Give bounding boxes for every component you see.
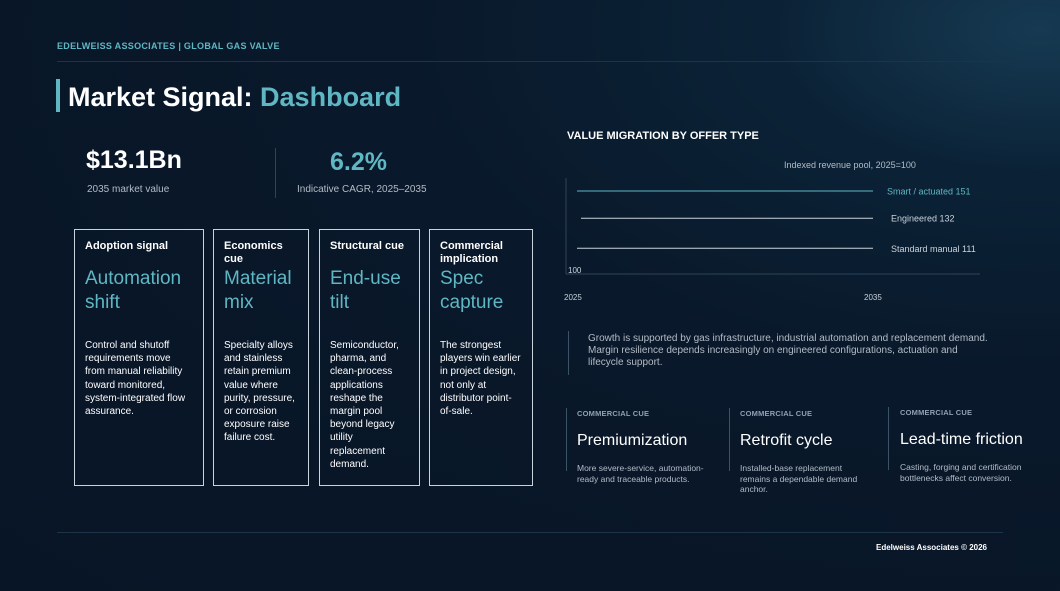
cue-tag: COMMERCIAL CUE	[740, 409, 813, 418]
cue-divider	[729, 408, 730, 471]
page-title-accent: Dashboard	[260, 82, 402, 112]
chart-subtitle: Indexed revenue pool, 2025=100	[784, 160, 916, 170]
series-label: Smart / actuated 151	[887, 187, 971, 197]
quote-accent-bar	[568, 331, 569, 375]
kpi-market-value-label: 2035 market value	[87, 184, 170, 195]
cue-divider	[566, 408, 567, 471]
x-tick-label: 2035	[864, 293, 882, 302]
card-headline: Automation shift	[85, 268, 182, 313]
card-commercial-implication: Commercial implication Spec capture The …	[429, 229, 533, 486]
card-heading: Commercial implication	[440, 240, 503, 265]
kpi-cagr: 6.2%	[330, 148, 387, 176]
cue-body: Installed-base replacement remains a dep…	[740, 463, 858, 494]
card-adoption-signal: Adoption signal Automation shift Control…	[74, 229, 204, 486]
value-migration-chart: Smart / actuated 151 Engineered 132 Standa…	[564, 178, 980, 302]
kpi-divider	[275, 148, 276, 198]
kpi-cagr-label: Indicative CAGR, 2025–2035	[297, 184, 427, 195]
card-heading: Structural cue	[330, 240, 404, 252]
series-label: Engineered 132	[891, 214, 955, 224]
page-title: Market Signal: Dashboard	[68, 82, 401, 113]
cue-body: More severe-service, automation-ready an…	[577, 463, 704, 484]
card-headline: Spec capture	[440, 268, 504, 313]
cue-tag: COMMERCIAL CUE	[577, 409, 650, 418]
brand-header: EDELWEISS ASSOCIATES | GLOBAL GAS VALVE	[57, 41, 280, 51]
x-tick-label: 2025	[564, 293, 582, 302]
card-body: Specialty alloys and stainless retain pr…	[224, 340, 295, 444]
growth-commentary: Growth is supported by gas infrastructur…	[588, 333, 988, 368]
card-economics-cue: Economics cue Material mix Specialty all…	[213, 229, 309, 486]
header-divider	[57, 61, 1003, 62]
card-heading: Economics cue	[224, 240, 283, 265]
title-accent-bar	[56, 79, 60, 112]
card-heading: Adoption signal	[85, 240, 169, 252]
chart-title: VALUE MIGRATION BY OFFER TYPE	[567, 130, 759, 142]
card-headline: End-use tilt	[330, 268, 401, 313]
cue-body: Casting, forging and certification bottl…	[900, 462, 1022, 483]
footer-copyright: Edelweiss Associates © 2026	[876, 543, 987, 552]
series-label: Standard manual 111	[891, 244, 976, 254]
card-body: Control and shutoff requirements move fr…	[85, 340, 186, 418]
page-title-main: Market Signal:	[68, 82, 261, 112]
baseline-label: 100	[568, 266, 582, 275]
footer-divider	[57, 532, 1003, 533]
cue-title-lead-time-friction: Lead-time friction	[900, 431, 1023, 448]
kpi-market-value: $13.1Bn	[86, 146, 182, 174]
cue-title-premiumization: Premiumization	[577, 432, 688, 449]
card-headline: Material mix	[224, 268, 292, 313]
card-body: The strongest players win earlier in pro…	[440, 340, 521, 418]
cue-title-retrofit-cycle: Retrofit cycle	[740, 432, 833, 449]
card-structural-cue: Structural cue End-use tilt Semiconducto…	[319, 229, 420, 486]
card-body: Semiconductor, pharma, and clean-process…	[330, 340, 399, 470]
cue-tag: COMMERCIAL CUE	[900, 408, 973, 417]
cue-divider	[888, 407, 889, 470]
